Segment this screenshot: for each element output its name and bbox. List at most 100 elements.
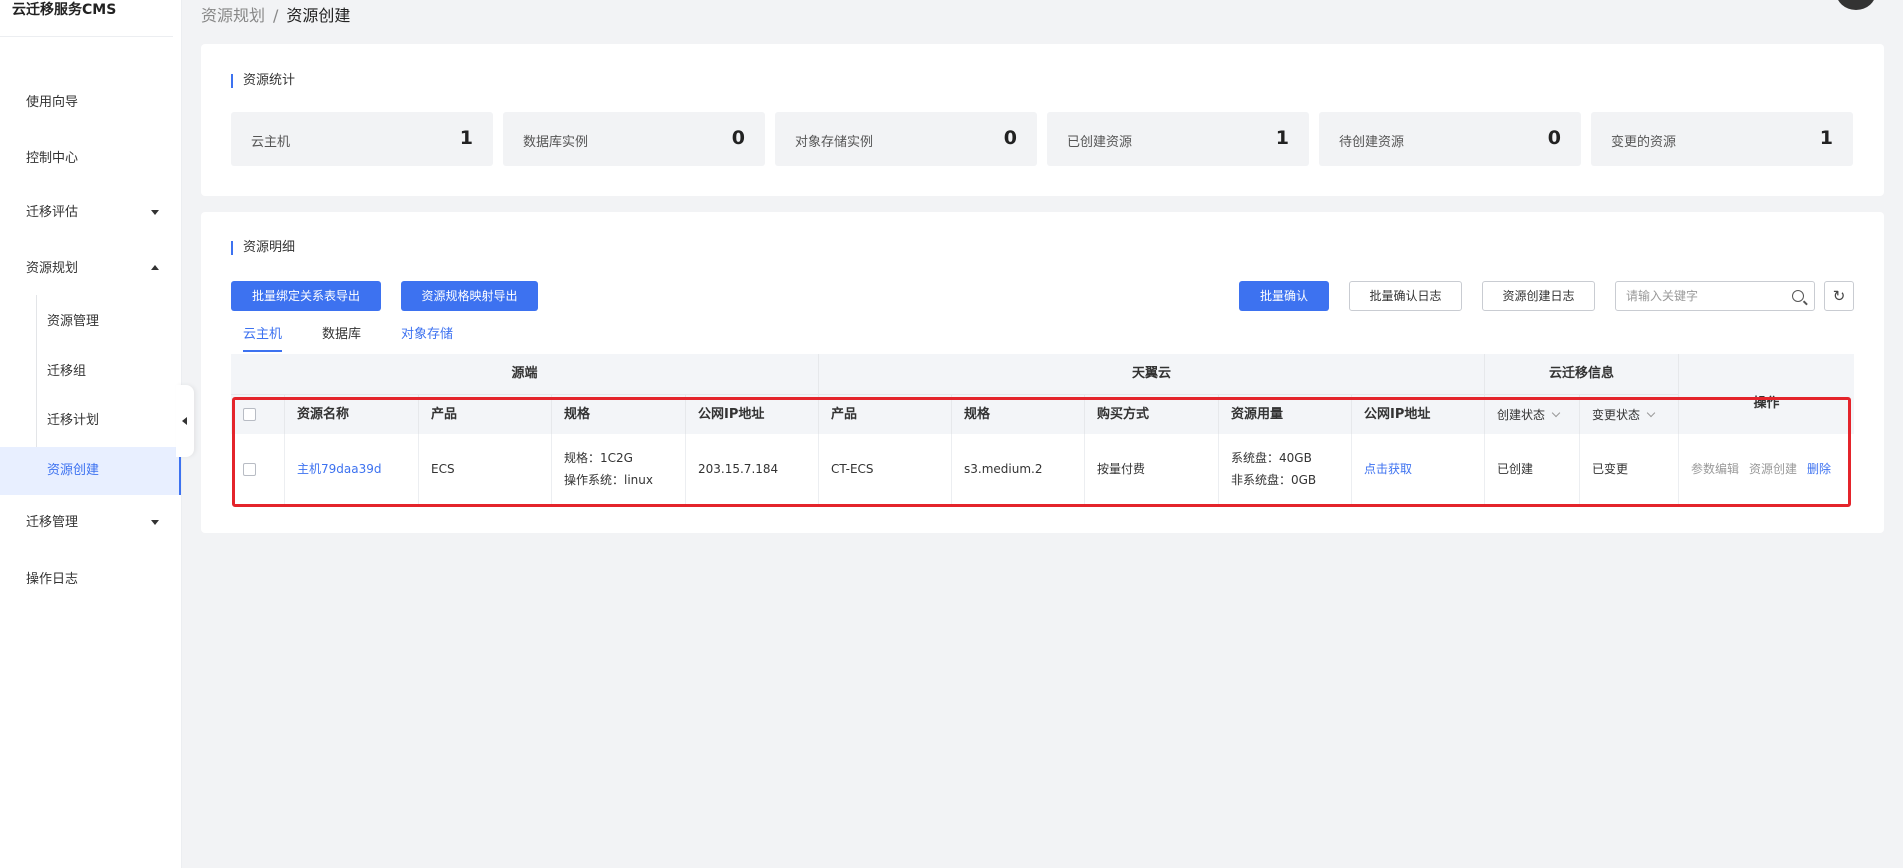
batch-confirm-button[interactable]: 批量确认 [1239,281,1329,311]
chevron-up-icon [151,265,159,270]
stat-label: 云主机 [251,135,291,150]
table-cell: 已创建 [1485,434,1580,504]
header-select-all [231,394,285,434]
cell-src-product: ECS [431,462,455,476]
resource-tabs: 云主机 数据库 对象存储 [243,323,493,352]
cell-purchase: 按量付费 [1097,462,1146,476]
stats-card-title: 资源统计 [231,74,295,88]
sidebar-item-operation-log[interactable]: 操作日志 [0,556,181,604]
stat-value: 0 [1003,127,1017,149]
stat-label: 变更的资源 [1611,135,1677,150]
breadcrumb-separator: / [273,6,279,25]
cell-dst-spec: s3.medium.2 [964,462,1043,476]
batch-confirm-log-button[interactable]: 批量确认日志 [1349,281,1462,311]
sidebar-item-resource-management[interactable]: 资源管理 [0,298,181,346]
stat-value: 1 [1275,127,1289,149]
delete-button[interactable]: 删除 [1807,458,1831,480]
cell-usage-data: 非系统盘：0GB [1231,473,1317,487]
search-box [1615,281,1815,311]
refresh-icon: ↻ [1832,287,1846,305]
header-src-product: 产品 [419,394,552,434]
header-dst-ip: 公网IP地址 [1352,394,1485,434]
sidebar-item-migration-plan[interactable]: 迁移计划 [0,397,181,445]
table-cell: s3.medium.2 [952,434,1085,504]
chevron-down-icon[interactable] [1551,408,1561,418]
sidebar-item-label: 迁移评估 [26,205,79,220]
resource-create-button[interactable]: 资源创建 [1749,458,1797,480]
stat-value: 1 [459,127,473,149]
header-change-status[interactable]: 变更状态 [1580,394,1679,434]
sidebar-item-assessment[interactable]: 迁移评估 [0,189,181,237]
stat-label: 待创建资源 [1339,135,1405,150]
header-create-status[interactable]: 创建状态 [1485,394,1580,434]
search-icon[interactable] [1792,290,1804,302]
group-header-cms: 云迁移信息 [1485,354,1679,394]
stat-value: 0 [731,127,745,149]
cell-dst-product: CT-ECS [831,462,874,476]
sidebar-item-migration-group[interactable]: 迁移组 [0,348,181,396]
sidebar: 云迁移服务CMS 使用向导 控制中心 迁移评估 资源规划 资源管理 迁移组 迁移… [0,0,182,868]
table-cell: 已变更 [1580,434,1679,504]
tab-vm[interactable]: 云主机 [243,323,283,352]
header-usage: 资源用量 [1219,394,1352,434]
sidebar-collapse-button[interactable] [176,385,194,457]
row-checkbox[interactable] [243,462,256,476]
table-cell: 203.15.7.184 [686,434,819,504]
header-resource-name: 资源名称 [285,394,419,434]
table-cell: 点击获取 [1352,434,1485,504]
sidebar-item-label: 迁移管理 [26,515,79,530]
refresh-button[interactable]: ↻ [1824,281,1854,311]
table-cell: CT-ECS [819,434,952,504]
search-input[interactable] [1616,282,1776,310]
detail-card-title: 资源明细 [231,241,295,255]
header-purchase: 购买方式 [1085,394,1219,434]
table-cell: 规格：1C2G 操作系统：linux [552,434,686,504]
stat-label: 已创建资源 [1067,135,1133,150]
sidebar-item-control-center[interactable]: 控制中心 [0,135,181,183]
cell-src-spec: 规格：1C2G [564,451,633,465]
chevron-down-icon[interactable] [1646,408,1656,418]
brand-title: 云迁移服务CMS [0,0,173,37]
cell-usage-system: 系统盘：40GB [1231,451,1312,465]
stat-db: 数据库实例 0 [503,112,765,166]
export-binding-button[interactable]: 批量绑定关系表导出 [231,281,381,311]
param-edit-button[interactable]: 参数编辑 [1691,458,1739,480]
row-select-cell [231,434,285,504]
detail-card: 资源明细 批量绑定关系表导出 资源规格映射导出 批量确认 批量确认日志 资源创建… [201,212,1884,533]
table-cell: 系统盘：40GB 非系统盘：0GB [1219,434,1352,504]
stats-row: 云主机 1 数据库实例 0 对象存储实例 0 已创建资源 1 待创建资源 0 变更的资源 1 [231,112,1853,166]
sidebar-item-migration-management[interactable]: 迁移管理 [0,499,181,547]
stat-vm: 云主机 1 [231,112,493,166]
stat-oss: 对象存储实例 0 [775,112,1037,166]
breadcrumb-current: 资源创建 [286,6,351,25]
header-dst-spec: 规格 [952,394,1085,434]
cell-create-status: 已创建 [1497,462,1534,476]
header-dst-product: 产品 [819,394,952,434]
tab-object-storage[interactable]: 对象存储 [401,323,453,352]
table-cell: ECS [419,434,552,504]
stats-card: 资源统计 云主机 1 数据库实例 0 对象存储实例 0 已创建资源 1 待创建资源 0 变… [201,44,1884,196]
header-label: 变更状态 [1592,408,1641,422]
get-ip-link[interactable]: 点击获取 [1364,458,1484,480]
cell-change-status: 已变更 [1592,462,1629,476]
resource-name-link[interactable]: 主机79daa39d [297,458,418,480]
sidebar-item-resource-planning[interactable]: 资源规划 [0,245,181,293]
sidebar-item-resource-creation[interactable]: 资源创建 [0,447,181,495]
export-spec-button[interactable]: 资源规格映射导出 [401,281,538,311]
stat-value: 0 [1547,127,1561,149]
sidebar-item-guide[interactable]: 使用向导 [0,79,181,127]
cell-src-os: 操作系统：linux [564,473,653,487]
select-all-checkbox[interactable] [243,408,256,421]
table-cell: 按量付费 [1085,434,1219,504]
header-label: 创建状态 [1497,408,1546,422]
stat-changed: 变更的资源 1 [1591,112,1853,166]
breadcrumb-parent[interactable]: 资源规划 [201,6,265,25]
stat-pending: 待创建资源 0 [1319,112,1581,166]
stat-label: 数据库实例 [523,135,589,150]
create-log-button[interactable]: 资源创建日志 [1482,281,1595,311]
cell-src-ip: 203.15.7.184 [698,462,779,476]
tab-database[interactable]: 数据库 [322,323,361,352]
avatar[interactable] [1836,0,1876,10]
stat-value: 1 [1819,127,1833,149]
sidebar-item-label: 资源规划 [26,261,79,276]
